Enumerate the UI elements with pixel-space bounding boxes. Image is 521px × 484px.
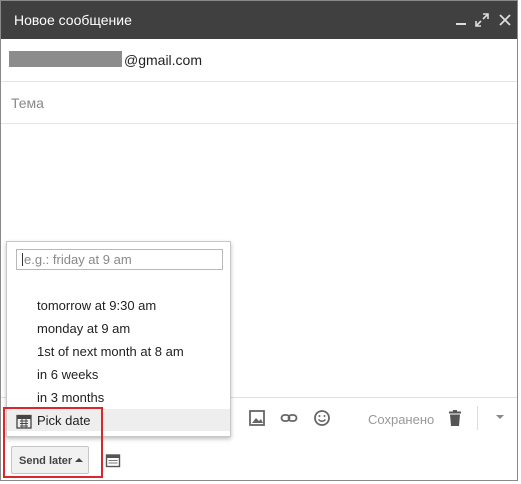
insert-photo-icon[interactable] [248,409,266,427]
redacted-email-username [9,51,122,67]
option-label: tomorrow at 9:30 am [37,298,157,313]
send-later-input-placeholder: e.g.: friday at 9 am [24,252,132,267]
toolbar-separator [477,406,478,430]
send-later-option[interactable]: in 3 months [7,386,230,408]
send-later-option[interactable]: 1st of next month at 8 am [7,340,230,362]
send-later-option[interactable]: monday at 9 am [7,317,230,339]
subject-field[interactable]: Тема [1,81,517,124]
close-icon[interactable] [497,12,513,28]
option-label: in 3 months [37,390,105,405]
calendar-icon [16,414,32,429]
expand-icon[interactable] [474,12,490,28]
option-label: in 6 weeks [37,367,99,382]
recipient-domain: @gmail.com [124,52,203,68]
insert-emoji-icon[interactable] [313,409,331,427]
pick-date-option[interactable]: Pick date [7,409,230,431]
send-later-time-input[interactable]: e.g.: friday at 9 am [16,249,223,270]
pick-date-label: Pick date [37,413,91,428]
text-cursor [22,253,23,266]
compose-titlebar: Новое сообщение [1,1,517,39]
minimize-icon[interactable] [453,12,469,28]
subject-placeholder: Тема [11,95,44,111]
option-label: 1st of next month at 8 am [37,344,184,359]
send-later-option[interactable]: tomorrow at 9:30 am [7,294,230,316]
trash-icon[interactable] [446,409,464,427]
send-later-menu: e.g.: friday at 9 am tomorrow at 9:30 am… [6,241,231,437]
caret-up-icon [75,458,83,462]
option-label: monday at 9 am [37,321,131,336]
send-later-label: Send later [19,455,73,467]
saved-status: Сохранено [368,412,435,427]
send-later-button[interactable]: Send later [11,446,89,474]
recipients-field[interactable]: @gmail.com [1,39,517,82]
more-options-chevron-down-icon[interactable] [493,410,507,424]
insert-link-icon[interactable] [280,409,298,427]
compose-window: Новое сообщение @gmail.com Тема Сохранен… [0,0,518,481]
calendar-icon[interactable] [105,452,121,468]
send-later-option[interactable]: in 6 weeks [7,363,230,385]
window-title: Новое сообщение [14,12,132,28]
